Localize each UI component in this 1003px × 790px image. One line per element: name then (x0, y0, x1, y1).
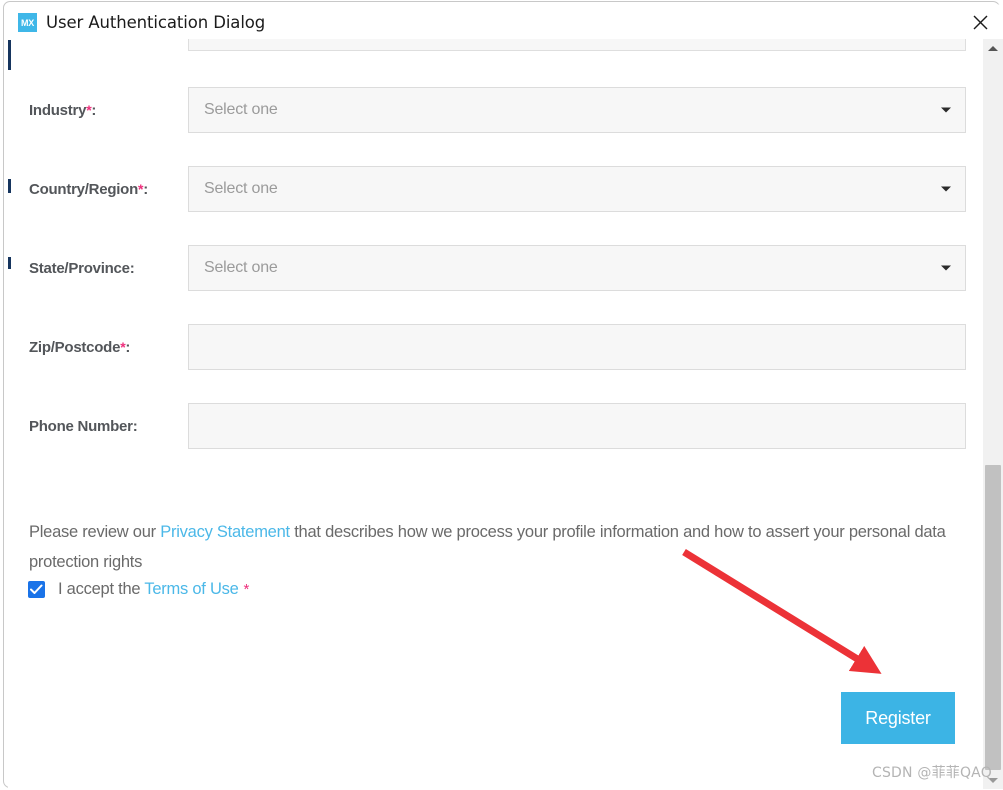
chevron-down-icon (941, 186, 951, 192)
scrollbar-thumb[interactable] (985, 465, 1001, 770)
scroll-up-button[interactable] (983, 39, 1003, 57)
dialog-window: MX User Authentication Dialog Industry*: (3, 1, 1003, 789)
select-state-province[interactable]: Select one (188, 245, 966, 291)
field-label-industry: Industry*: (8, 102, 188, 119)
chevron-down-icon (941, 107, 951, 113)
field-label-state-province: State/Province: (8, 260, 188, 277)
field-label-text: Phone Number (29, 417, 133, 435)
field-row-industry: Industry*: Select one (8, 87, 983, 133)
privacy-text-before: Please review our (29, 523, 161, 541)
close-button[interactable] (957, 4, 1003, 41)
field-label-phone-number: Phone Number: (8, 418, 188, 435)
select-country-region-value: Select one (204, 180, 278, 197)
field-label-text: State/Province (29, 259, 130, 277)
accept-terms-row: I accept the Terms of Use * (28, 580, 249, 599)
privacy-statement-link[interactable]: Privacy Statement (160, 523, 290, 541)
label-colon: : (132, 417, 138, 435)
terms-of-use-link[interactable]: Terms of Use (144, 580, 238, 598)
field-label-text: Zip/Postcode (29, 338, 121, 356)
app-icon: MX (18, 13, 37, 32)
clipped-field-above[interactable] (188, 39, 966, 51)
accept-terms-label: I accept the Terms of Use * (58, 580, 249, 599)
register-button[interactable]: Register (841, 692, 955, 744)
privacy-statement-paragraph: Please review our Privacy Statement that… (29, 517, 959, 577)
registration-form: Industry*: Select one Country/Region*: S… (8, 39, 983, 789)
field-row-country-region: Country/Region*: Select one (8, 166, 983, 212)
field-row-state-province: State/Province: Select one (8, 245, 983, 291)
accept-terms-checkbox[interactable] (28, 581, 45, 598)
dialog-client-area: Industry*: Select one Country/Region*: S… (8, 39, 1003, 789)
input-zip-postcode[interactable] (188, 324, 966, 370)
watermark: CSDN @菲菲QAQ (872, 765, 992, 781)
select-industry[interactable]: Select one (188, 87, 966, 133)
close-icon (973, 15, 987, 30)
select-state-province-value: Select one (204, 259, 278, 276)
title-bar: MX User Authentication Dialog (8, 4, 1003, 41)
page-title: User Authentication Dialog (46, 13, 266, 32)
field-row-phone-number: Phone Number: (8, 403, 983, 449)
label-colon: : (143, 180, 148, 198)
field-label-text: Industry (29, 101, 87, 119)
label-colon: : (129, 259, 135, 277)
field-label-zip-postcode: Zip/Postcode*: (8, 339, 188, 356)
screenshot-root: MX User Authentication Dialog Industry*: (0, 0, 1003, 790)
triangle-up-icon (988, 45, 998, 51)
field-label-text: Country/Region (29, 180, 138, 198)
required-asterisk: * (243, 581, 250, 598)
label-colon: : (125, 338, 131, 356)
field-label-country-region: Country/Region*: (8, 181, 188, 198)
label-colon: : (91, 101, 97, 119)
vertical-scrollbar[interactable] (983, 39, 1003, 789)
select-industry-value: Select one (204, 101, 278, 118)
chevron-down-icon (941, 265, 951, 271)
select-country-region[interactable]: Select one (188, 166, 966, 212)
accept-text-before: I accept the (58, 580, 145, 598)
field-row-zip-postcode: Zip/Postcode*: (8, 324, 983, 370)
check-icon (30, 584, 43, 594)
input-phone-number[interactable] (188, 403, 966, 449)
